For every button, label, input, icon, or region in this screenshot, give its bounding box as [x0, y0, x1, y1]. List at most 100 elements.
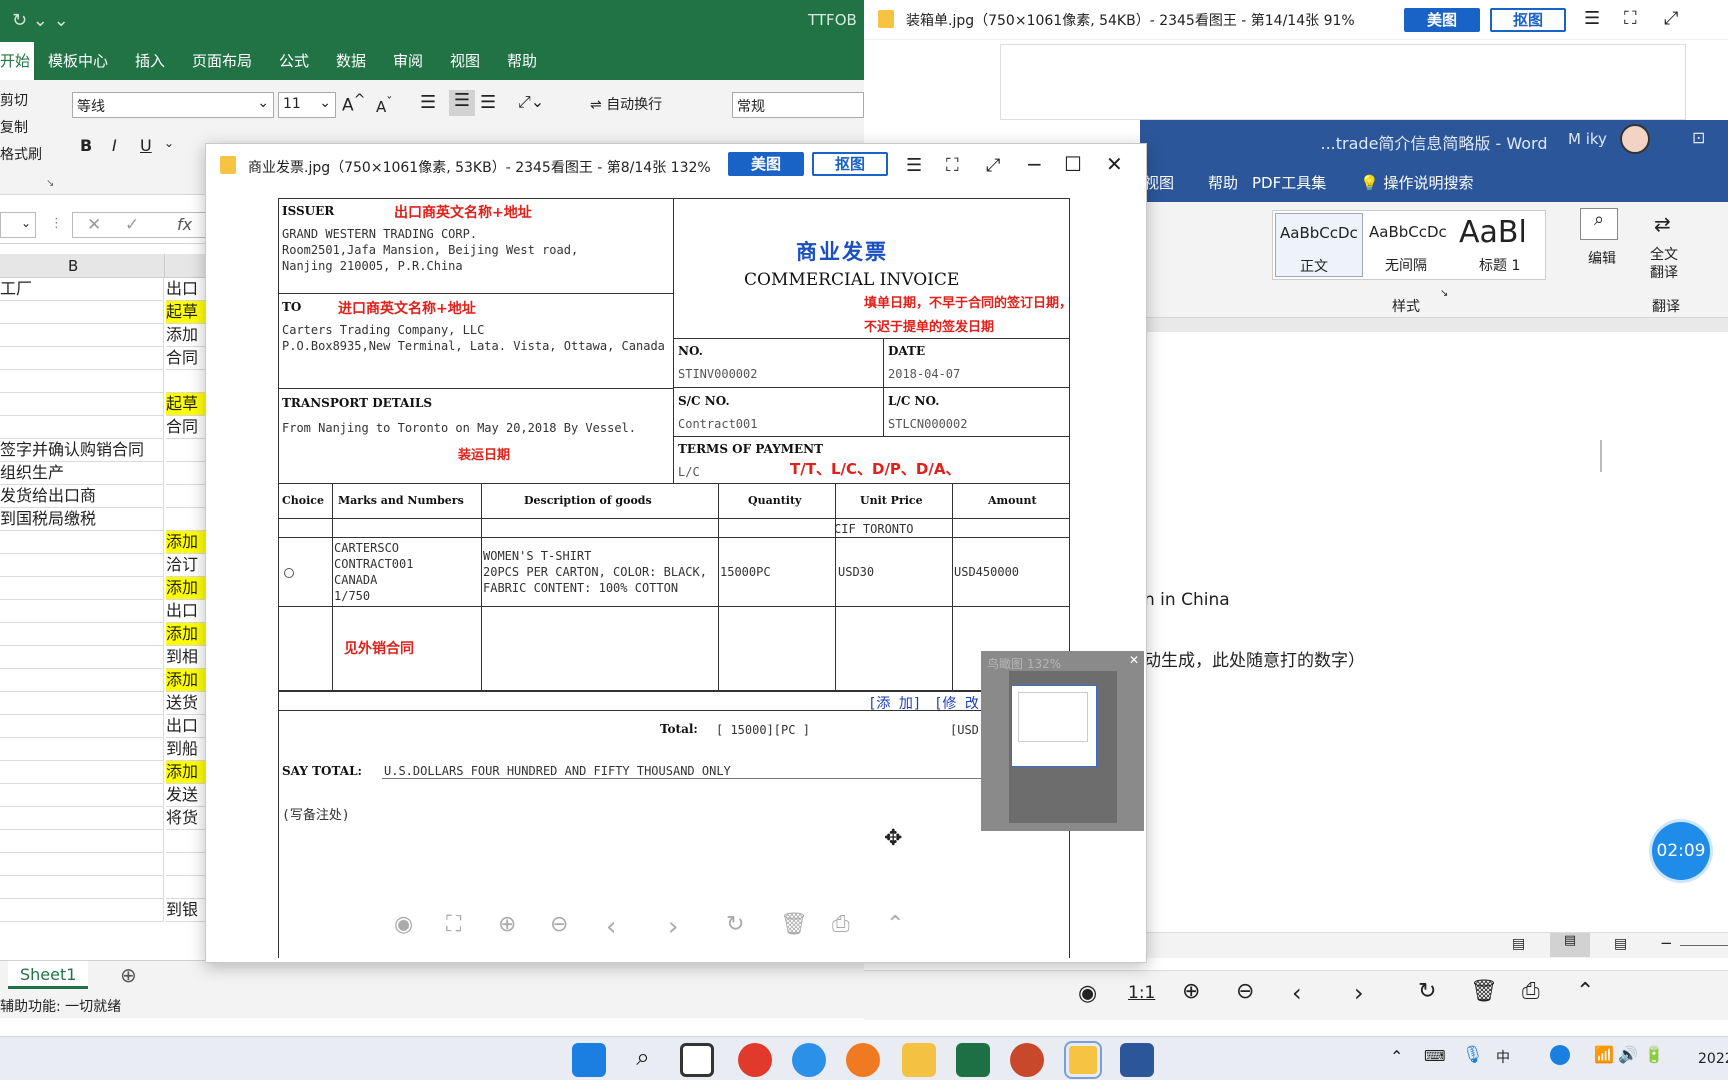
table-cell-b[interactable] [0, 899, 164, 922]
word-tab-view[interactable]: 视图 [1144, 172, 1174, 193]
table-cell-c[interactable]: 出口 [166, 715, 205, 738]
table-cell-c[interactable] [166, 370, 205, 393]
table-cell-b[interactable] [0, 692, 164, 715]
bold-button[interactable]: B [80, 136, 92, 155]
table-cell-b[interactable] [0, 669, 164, 692]
table-cell-b[interactable] [0, 623, 164, 646]
table-cell-b[interactable] [0, 830, 164, 853]
table-cell-c[interactable]: 将货 [166, 807, 205, 830]
table-cell-b[interactable] [0, 554, 164, 577]
clock[interactable]: 2022 [1698, 1051, 1728, 1067]
mouse-mode-icon[interactable]: ◉ [394, 912, 426, 944]
table-cell-c[interactable]: 送货 [166, 692, 205, 715]
meitu-button[interactable]: 美图 [728, 152, 804, 176]
underline-button[interactable]: U [140, 136, 152, 155]
table-cell-c[interactable]: 出口 [166, 600, 205, 623]
delete-icon[interactable]: 🗑 [780, 912, 812, 944]
table-cell-b[interactable] [0, 393, 164, 416]
search-icon[interactable]: ⌕ [626, 1043, 660, 1077]
koutu-button[interactable]: 抠图 [1490, 8, 1566, 32]
table-cell-b[interactable] [0, 761, 164, 784]
fullscreen-icon[interactable]: ⤢ [1664, 8, 1678, 29]
insert-function-icon[interactable]: fx [177, 215, 192, 234]
fit-window-icon[interactable]: ⛶ [446, 912, 478, 944]
next-icon[interactable]: › [668, 912, 700, 944]
print-layout-icon[interactable]: ▤ [1550, 933, 1590, 957]
tell-me-search[interactable]: 💡 操作说明搜索 [1360, 172, 1473, 193]
table-cell-c[interactable]: 添加 [166, 761, 205, 784]
copy-button[interactable]: 复制 [0, 117, 28, 137]
table-cell-c[interactable]: 起草 [166, 393, 205, 416]
orientation-icon[interactable]: ⤢⌄ [518, 92, 544, 112]
style-normal[interactable]: AaBbCcDc 正文 [1275, 213, 1363, 277]
skin-icon[interactable]: ⛶ [946, 155, 959, 176]
enter-icon[interactable]: ✓ [125, 215, 139, 235]
avatar[interactable] [1620, 124, 1650, 154]
column-header-b[interactable]: B [68, 257, 78, 275]
redo-icon[interactable]: ↻ ⌄ ⌄ [12, 10, 69, 31]
table-cell-b[interactable]: 发货给出口商 [0, 485, 164, 508]
table-cell-c[interactable]: 到相 [166, 646, 205, 669]
cut-button[interactable]: 剪切 [0, 90, 28, 110]
table-cell-b[interactable]: 组织生产 [0, 462, 164, 485]
minimize-icon[interactable]: − [1026, 152, 1043, 176]
table-cell-c[interactable] [166, 485, 205, 508]
cancel-icon[interactable]: ✕ [87, 215, 101, 235]
table-cell-b[interactable] [0, 324, 164, 347]
table-cell-c[interactable] [166, 830, 205, 853]
rotate-icon[interactable]: ↻ [726, 912, 758, 944]
add-sheet-icon[interactable]: ⊕ [120, 963, 137, 987]
search-icon[interactable]: ⌕ [1580, 208, 1618, 240]
style-heading-1[interactable]: AaBl 标题 1 [1455, 213, 1545, 277]
table-cell-c[interactable] [166, 508, 205, 531]
start-icon[interactable] [572, 1043, 606, 1077]
skin-icon[interactable]: ⛶ [1624, 8, 1637, 29]
table-cell-b[interactable] [0, 577, 164, 600]
print-icon[interactable]: ⎙ [1522, 979, 1540, 1004]
close-icon[interactable]: ✕ [1106, 152, 1123, 176]
zoom-slider[interactable] [1680, 945, 1728, 946]
battery-icon[interactable]: 🔋 [1644, 1045, 1664, 1064]
edit-button[interactable]: 编辑 [1588, 248, 1616, 268]
tab-page-layout[interactable]: 页面布局 [192, 50, 252, 71]
table-cell-b[interactable] [0, 876, 164, 899]
table-cell-b[interactable]: 签字并确认购销合同 [0, 439, 164, 462]
word-document[interactable]: n in China 动生成，此处随意打的数字） [1140, 332, 1728, 932]
zoom-out-icon[interactable]: ⊖ [1236, 979, 1254, 1004]
name-box[interactable]: ⌄ [0, 212, 36, 238]
table-cell-b[interactable]: 工厂 [0, 278, 164, 301]
table-cell-c[interactable]: 添加 [166, 623, 205, 646]
navigator-panel[interactable]: 鸟瞰图 132% ✕ [981, 651, 1144, 831]
firefox-icon[interactable] [846, 1043, 880, 1077]
number-format-select[interactable]: 常规 [732, 92, 864, 118]
print-icon[interactable]: ⎙ [832, 912, 864, 944]
tab-help[interactable]: 帮助 [507, 50, 537, 71]
table-cell-b[interactable] [0, 715, 164, 738]
ie-browser-icon[interactable] [792, 1043, 826, 1077]
zoom-in-icon[interactable]: ⊕ [498, 912, 530, 944]
collapse-icon[interactable]: ⌃ [886, 912, 918, 944]
font-name-select[interactable]: 等线 ⌄ [72, 92, 274, 118]
table-cell-c[interactable] [166, 439, 205, 462]
zoom-in-icon[interactable]: ⊕ [1182, 979, 1200, 1004]
mouse-mode-icon[interactable]: ◉ [1078, 981, 1097, 1006]
image-viewer-icon[interactable] [1064, 1041, 1102, 1079]
wrap-text-button[interactable]: ⇌ 自动换行 [590, 94, 662, 114]
decrease-font-icon[interactable]: Aˇ [376, 94, 393, 116]
table-cell-b[interactable] [0, 853, 164, 876]
actual-size-button[interactable]: 1:1 [1128, 983, 1155, 1003]
dialog-launcher-icon[interactable]: ↘ [46, 178, 54, 189]
table-cell-b[interactable] [0, 347, 164, 370]
italic-button[interactable]: I [112, 136, 117, 155]
ime-icon[interactable]: 中 [1496, 1047, 1510, 1067]
table-cell-b[interactable] [0, 370, 164, 393]
zoom-out-icon[interactable]: − [1660, 934, 1673, 952]
close-icon[interactable]: ✕ [1129, 653, 1139, 667]
wifi-icon[interactable]: 📶 [1594, 1045, 1614, 1064]
previous-icon[interactable]: ‹ [606, 912, 638, 944]
tab-data[interactable]: 数据 [336, 50, 366, 71]
web-layout-icon[interactable]: ▤ [1614, 936, 1627, 952]
table-cell-b[interactable] [0, 600, 164, 623]
file-explorer-icon[interactable] [902, 1043, 936, 1077]
align-bottom-icon[interactable]: ☰ [480, 92, 496, 113]
